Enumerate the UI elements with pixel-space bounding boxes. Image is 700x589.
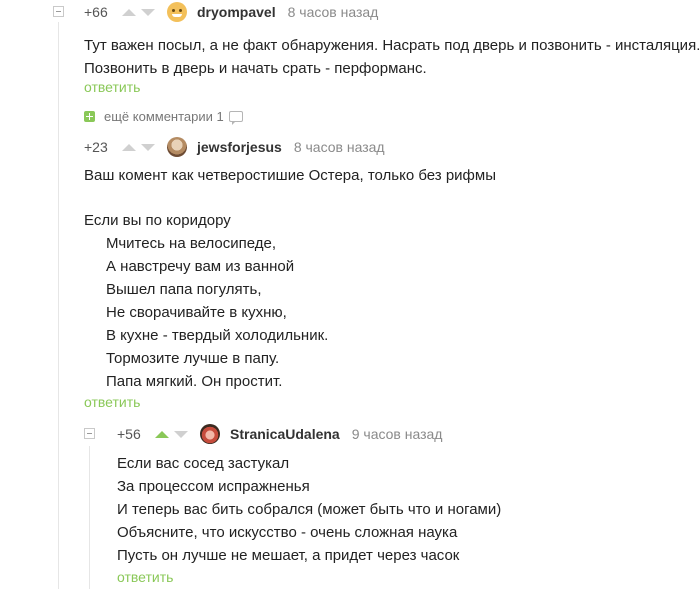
comment-header: +23 jewsforjesus 8 часов назад <box>84 137 385 157</box>
username[interactable]: jewsforjesus <box>197 139 282 155</box>
timestamp[interactable]: 8 часов назад <box>288 4 379 20</box>
downvote-icon[interactable] <box>141 8 155 16</box>
comment-text: Если вас сосед застукал За процессом исп… <box>117 455 502 564</box>
comment-text: Тут важен посыл, а не факт обнаружения. … <box>84 37 700 77</box>
more-comments-count: 1 <box>216 109 224 124</box>
comment-bubble-icon <box>228 111 243 125</box>
upvote-icon[interactable] <box>155 430 169 438</box>
username[interactable]: StranicaUdalena <box>230 426 340 442</box>
rating-value: +66 <box>84 4 108 20</box>
avatar[interactable] <box>200 424 220 444</box>
rating-value: +23 <box>84 139 108 155</box>
poem-title: Если вы по коридору <box>84 212 231 229</box>
reply-link[interactable]: ответить <box>117 569 173 585</box>
comment-header: +66 dryompavel 8 часов назад <box>84 2 378 22</box>
downvote-icon[interactable] <box>141 143 155 151</box>
thread-line <box>89 446 90 589</box>
comment-header: +56 StranicaUdalena 9 часов назад <box>117 424 442 444</box>
avatar[interactable] <box>167 2 187 22</box>
timestamp[interactable]: 9 часов назад <box>352 426 443 442</box>
username[interactable]: dryompavel <box>197 4 276 20</box>
expand-plus-icon <box>84 111 95 122</box>
poem-lines: Мчитесь на велосипеде, А навстречу вам и… <box>106 235 329 390</box>
thread-line <box>58 22 59 589</box>
collapse-toggle[interactable] <box>84 428 95 439</box>
reply-link[interactable]: ответить <box>84 79 140 95</box>
more-comments-button[interactable]: ещё комментарии 1 <box>84 109 243 125</box>
more-comments-label: ещё комментарии <box>104 109 213 124</box>
upvote-icon[interactable] <box>122 143 136 151</box>
reply-link[interactable]: ответить <box>84 394 140 410</box>
timestamp[interactable]: 8 часов назад <box>294 139 385 155</box>
avatar[interactable] <box>167 137 187 157</box>
collapse-toggle[interactable] <box>53 6 64 17</box>
comment-text: Ваш комент как четверостишие Остера, тол… <box>84 167 496 184</box>
rating-value: +56 <box>117 426 141 442</box>
downvote-icon[interactable] <box>174 430 188 438</box>
upvote-icon[interactable] <box>122 8 136 16</box>
